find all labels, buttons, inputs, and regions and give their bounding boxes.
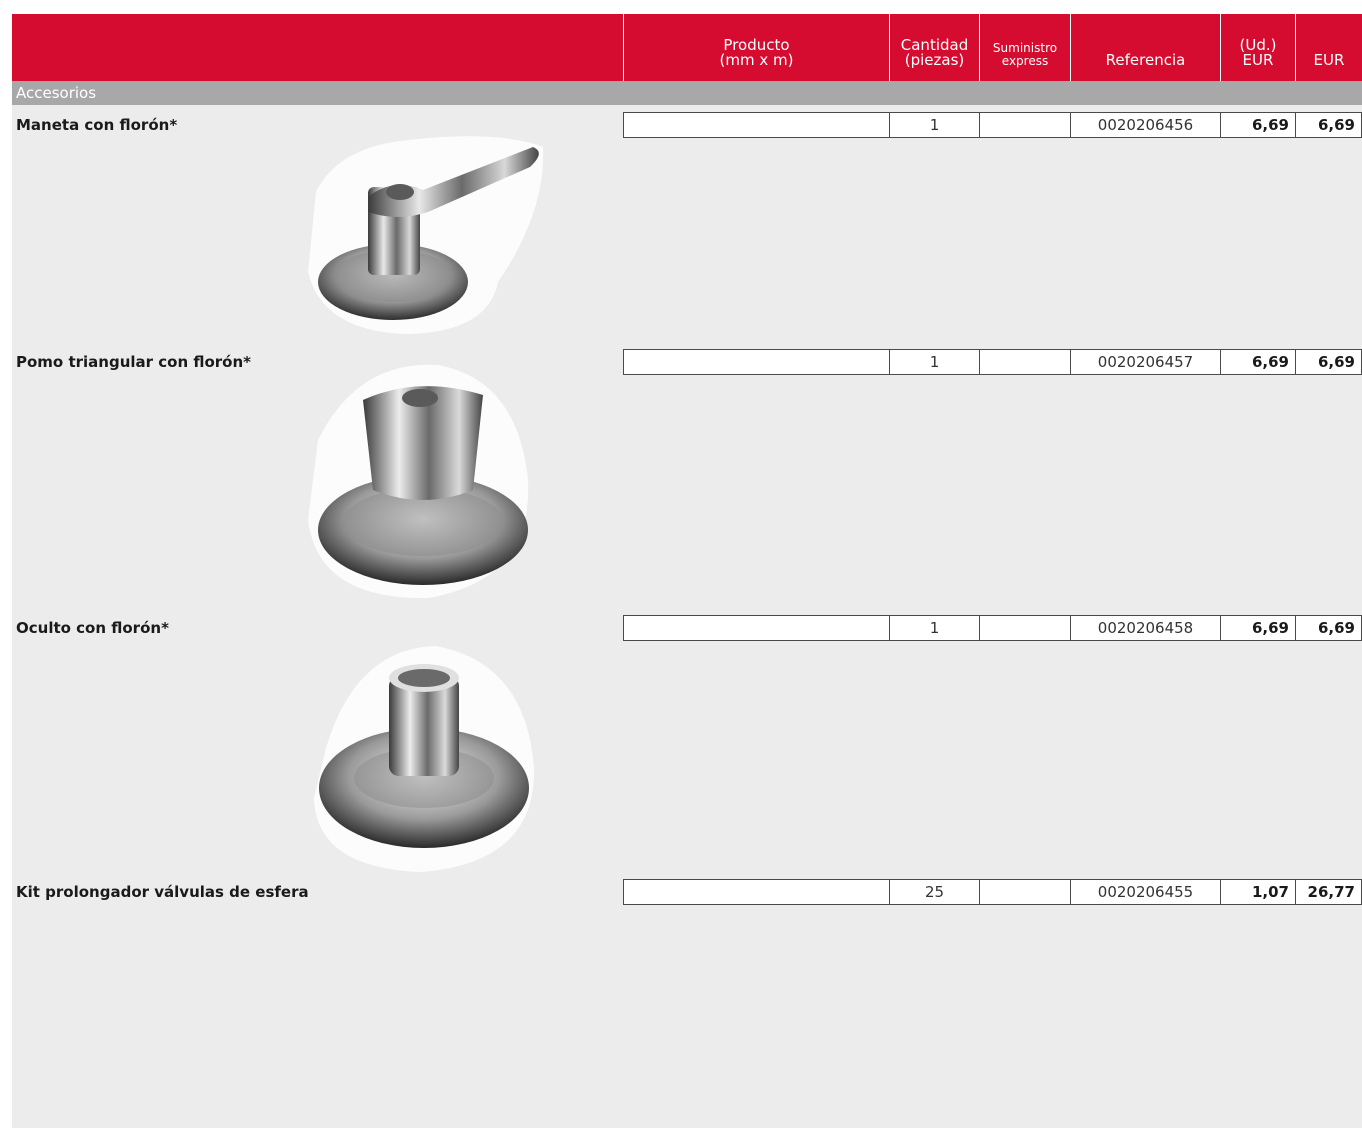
header-cantidad: Cantidad (piezas) (889, 14, 979, 81)
unit-price-value: 6,69 (1220, 349, 1295, 375)
unit-price-value: 6,69 (1220, 615, 1295, 641)
referencia-value: 0020206457 (1070, 349, 1220, 375)
unit-price-value: 6,69 (1220, 112, 1295, 138)
cantidad-field[interactable]: 25 (889, 879, 979, 905)
price-list-page: Producto (mm x m) Cantidad (piezas) Sumi… (12, 14, 1362, 1128)
cantidad-field[interactable]: 1 (889, 615, 979, 641)
producto-field[interactable] (623, 349, 889, 375)
cantidad-field[interactable]: 1 (889, 349, 979, 375)
concealed-stem-image (314, 646, 535, 872)
header-suministro: Suministro express (979, 14, 1070, 81)
total-value: 6,69 (1295, 349, 1362, 375)
product-name: Pomo triangular con florón* (16, 353, 252, 371)
product-name: Maneta con florón* (16, 116, 178, 134)
section-header: Accesorios (12, 81, 1362, 105)
triangular-knob-image (308, 364, 529, 599)
suministro-field[interactable] (979, 615, 1070, 641)
table-header: Producto (mm x m) Cantidad (piezas) Sumi… (12, 14, 1362, 81)
header-producto: Producto (mm x m) (623, 14, 889, 81)
total-value: 6,69 (1295, 112, 1362, 138)
total-value: 6,69 (1295, 615, 1362, 641)
header-referencia: Referencia (1070, 14, 1220, 81)
suministro-field[interactable] (979, 349, 1070, 375)
product-name: Oculto con florón* (16, 619, 169, 637)
suministro-field[interactable] (979, 112, 1070, 138)
total-value: 26,77 (1295, 879, 1362, 905)
suministro-field[interactable] (979, 879, 1070, 905)
header-eur: EUR (1295, 14, 1362, 81)
referencia-value: 0020206456 (1070, 112, 1220, 138)
referencia-value: 0020206455 (1070, 879, 1220, 905)
producto-field[interactable] (623, 615, 889, 641)
header-unit-price: (Ud.) EUR (1220, 14, 1295, 81)
producto-field[interactable] (623, 879, 889, 905)
unit-price-value: 1,07 (1220, 879, 1295, 905)
producto-field[interactable] (623, 112, 889, 138)
referencia-value: 0020206458 (1070, 615, 1220, 641)
lever-handle-image (308, 136, 544, 334)
cantidad-field[interactable]: 1 (889, 112, 979, 138)
product-name: Kit prolongador válvulas de esfera (16, 883, 309, 901)
